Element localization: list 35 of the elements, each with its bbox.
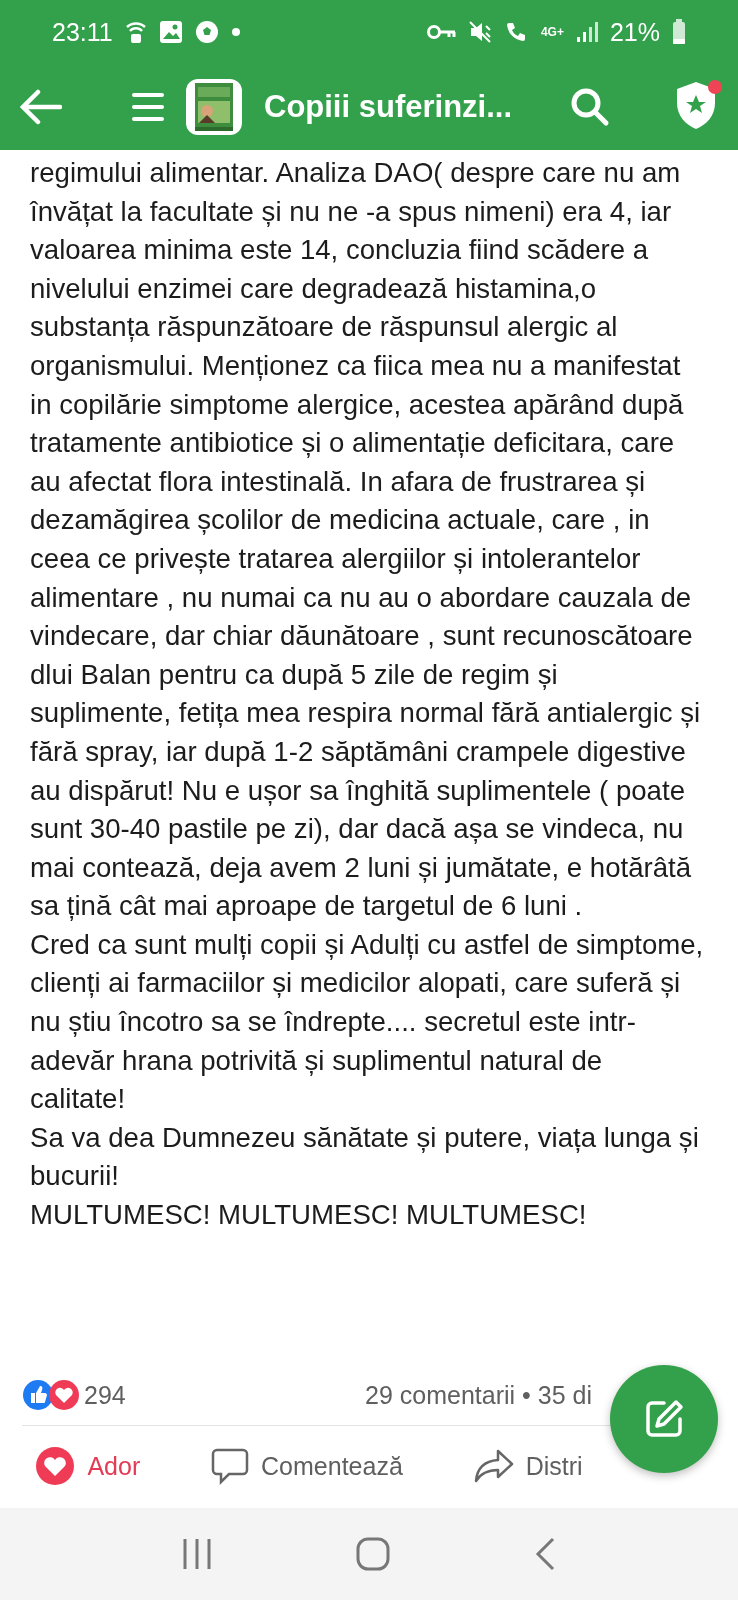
group-title[interactable]: Copiii suferinzi... [264,89,548,125]
reaction-count[interactable]: 294 [84,1380,126,1410]
battery-icon [672,19,686,45]
battery-percent: 21% [609,17,660,47]
heart-reaction-icon [48,1379,80,1411]
post-paragraph: MULTUMESC! MULTUMESC! MULTUMESC! [30,1198,588,1233]
post-paragraph: Sa va dea Dumnezeu sănătate și putere, viața lunga și bucurii! [30,1120,700,1194]
dot-icon [230,27,241,37]
key-icon [426,24,457,40]
soccer-ball-icon [194,20,219,44]
share-button[interactable]: Distri [465,1442,591,1490]
group-avatar[interactable] [186,79,242,135]
post-paragraph: regimului alimentar. Analiza DAO( despre care nu am învățat la facultate și nu ne -a spus nimeni) era 4, iar valoarea minima este 14, concluzia fiind scădere a nivelului enzimei care degradează histamina,o substanța răspunzătoare de răspunsul alergic al organismului. Menționez ca fiica mea nu a manifestat in copilărie simptome alergice, acestea apărând după tratamente antibiotice și o alimentație deficitara, care au afectat flora intestinală. In afara de frustrarea și dezamăgirea școlilor de medicina actuale, care , in ceea ce privește tratarea alergiilor și intolerantelor alimentare , nu numai ca nu au o abordare cauzala de vindecare, dar chiar dăunătoare , sunt recunoscătoare dlui Balan pentru ca după 5 zile de regim și suplimente, fetița mea respira normal fără antialergic și fără spray, iar după 1-2 săptămâni crampele digestive au dispărut! Nu e ușor sa înghită suplimentele ( poate sunt 30-40 pastile pe zi), dar dacă așa se vindeca, nu mai contează, deja avem 2 luni și jumătate, e hotărâtă sa țină cât mai aproape de targetul de 6 luni . [30,156,702,924]
comment-share-count[interactable]: 29 comentarii • 35 di [365,1380,592,1410]
signal-icon [575,21,598,43]
like-icon [22,1379,54,1411]
comment-button[interactable]: Comentează [203,1442,411,1490]
network-label: 4G+ [540,25,564,39]
muted-speaker-icon [468,21,493,43]
shield-star-icon [674,80,718,130]
back-icon[interactable] [534,1537,556,1571]
speech-bubble-icon [211,1447,250,1485]
back-arrow-icon[interactable] [20,89,62,125]
image-icon [158,20,183,44]
share-arrow-icon [473,1448,514,1484]
edit-icon [644,1399,684,1439]
love-button[interactable]: Ador [27,1442,149,1490]
compose-button[interactable] [610,1365,718,1473]
home-icon[interactable] [356,1537,390,1571]
menu-icon[interactable] [132,92,164,122]
search-icon[interactable] [570,87,610,127]
status-time: 23:11 [52,17,113,47]
wifi-icon [124,19,147,45]
post-paragraph: Cred ca sunt mulți copii și Adulți cu astfel de simptome, clienți ai farmaciilor și medicilor alopati, care suferă și nu știu încotro sa se îndrepte.... secretul este intr-adevăr hrana potrivită și suplimentul natural de calitate! [30,927,704,1117]
recent-apps-icon[interactable] [182,1537,212,1571]
